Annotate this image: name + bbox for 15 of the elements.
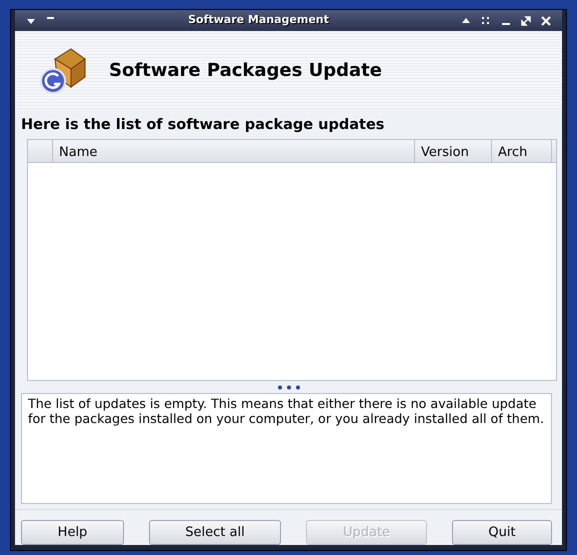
column-header[interactable]: Name <box>53 140 415 162</box>
close-icon[interactable] <box>541 16 551 26</box>
dialog-button[interactable]: Select all <box>149 520 281 545</box>
splitter-handle[interactable] <box>276 384 300 390</box>
column-header[interactable]: Version <box>415 140 492 162</box>
window-title: Software Management <box>187 12 330 28</box>
header-title: Software Packages Update <box>109 58 382 83</box>
info-text: The list of updates is empty. This means that either there is no available update for the packages installed on your computer, or you already installed all of them. <box>28 396 544 426</box>
sticky-icon[interactable] <box>481 16 491 26</box>
dialog-button[interactable]: Help <box>21 520 124 545</box>
raise-icon[interactable] <box>461 16 471 26</box>
maximize-icon[interactable] <box>521 16 531 26</box>
dialog-button[interactable]: Quit <box>452 520 552 545</box>
list-heading: Here is the list of software package updates <box>20 116 386 136</box>
column-header[interactable]: Arch <box>492 140 552 162</box>
